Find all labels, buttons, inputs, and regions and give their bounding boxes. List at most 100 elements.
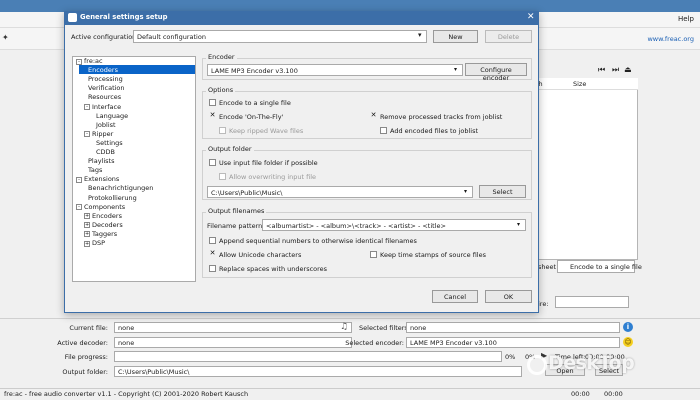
chevron-down-icon[interactable]: ▾ xyxy=(454,66,457,73)
close-icon[interactable]: ✕ xyxy=(527,12,535,22)
tree-toggle-icon[interactable]: - xyxy=(76,204,82,211)
output-folder-label: Output folder: xyxy=(62,368,108,376)
dialog-title: General settings setup xyxy=(80,13,168,21)
add-encoded-label: Add encoded files to joblist xyxy=(390,127,479,135)
status-time-total: 00:00 xyxy=(571,390,590,398)
replace-spaces-checkbox[interactable] xyxy=(209,265,216,272)
tree-item-decoders[interactable]: Decoders xyxy=(92,221,123,229)
selected-filters-value: none xyxy=(406,322,620,333)
status-text: fre:ac - free audio converter v1.1 - Cop… xyxy=(4,390,249,398)
tree-item-settings[interactable]: Settings xyxy=(96,139,123,147)
skip-back-icon[interactable]: ⏮ xyxy=(598,65,605,75)
tree-item-components[interactable]: Components xyxy=(84,203,125,211)
tree-item-language[interactable]: Language xyxy=(96,112,128,120)
current-file-value: none xyxy=(114,322,352,333)
column-size[interactable]: Size xyxy=(573,80,586,88)
selected-encoder-select[interactable]: LAME MP3 Encoder v3.100 xyxy=(406,337,620,348)
delete-configuration-button[interactable]: Delete xyxy=(485,30,532,43)
output-filenames-group-title: Output filenames xyxy=(206,207,267,215)
allow-unicode-checkbox[interactable]: ✕ xyxy=(209,250,216,258)
watermark-text: DeskTop xyxy=(548,352,635,374)
current-file-label: Current file: xyxy=(69,324,108,332)
keep-timestamps-checkbox[interactable] xyxy=(370,251,377,258)
tree-item-protokollierung[interactable]: Protokollierung xyxy=(88,194,137,202)
tree-item-tags[interactable]: Tags xyxy=(88,166,102,174)
cancel-button[interactable]: Cancel xyxy=(432,290,478,303)
filename-pattern-label: Filename pattern: xyxy=(207,222,265,230)
allow-overwrite-label: Allow overwriting input file xyxy=(229,173,317,181)
use-input-folder-checkbox[interactable] xyxy=(209,159,216,166)
allow-overwrite-checkbox[interactable] xyxy=(219,173,226,180)
ok-button[interactable]: OK xyxy=(485,290,532,303)
tree-item-extensions[interactable]: Extensions xyxy=(84,175,119,183)
tree-item-interface[interactable]: Interface xyxy=(92,103,121,111)
tree-toggle-icon[interactable]: + xyxy=(84,240,90,247)
encoder-select[interactable]: LAME MP3 Encoder v3.100 xyxy=(207,64,463,76)
allow-unicode-label: Allow Unicode characters xyxy=(219,251,302,259)
configure-encoder-button[interactable]: Configure encoder xyxy=(465,63,527,82)
file-progress-percent: 0% xyxy=(505,353,516,361)
filename-pattern-input[interactable]: <albumartist> - <album>\<track> - <artis… xyxy=(262,219,526,231)
file-progress-bar xyxy=(114,351,502,362)
menu-help[interactable]: Help xyxy=(678,15,694,23)
profile-label: ire: xyxy=(538,300,549,308)
eject-icon[interactable]: ⏏ xyxy=(624,65,632,74)
tree-item-resources[interactable]: Resources xyxy=(88,93,121,101)
status-time-remaining: 00:00 xyxy=(604,390,623,398)
tree-toggle-icon[interactable]: + xyxy=(84,213,90,220)
tree-item-benachrichtigungen[interactable]: Benachrichtigungen xyxy=(88,184,153,192)
tree-toggle-icon[interactable]: - xyxy=(76,176,82,183)
tree-item-encoders[interactable]: Encoders xyxy=(88,66,118,74)
tree-item-taggers[interactable]: Taggers xyxy=(92,230,117,238)
tree-item-cddb[interactable]: CDDB xyxy=(96,148,115,156)
keep-wave-checkbox[interactable] xyxy=(219,127,226,134)
append-numbers-label: Append sequential numbers to otherwise i… xyxy=(219,237,417,245)
tree-item-processing[interactable]: Processing xyxy=(88,75,123,83)
info-icon[interactable]: i xyxy=(623,322,633,332)
single-file-checkbox[interactable] xyxy=(209,99,216,106)
active-configuration-label: Active configuration: xyxy=(71,33,139,41)
tree-item-dsp[interactable]: DSP xyxy=(92,239,105,247)
tree-item-ripper[interactable]: Ripper xyxy=(92,130,113,138)
output-folder-group-title: Output folder xyxy=(206,145,254,153)
website-link[interactable]: www.freac.org xyxy=(647,35,694,43)
cue-sheet-label: sheet xyxy=(538,263,557,271)
output-folder-field[interactable]: C:\Users\Public\Music\ xyxy=(114,366,522,377)
replace-spaces-label: Replace spaces with underscores xyxy=(219,265,328,273)
tree-toggle-icon[interactable]: + xyxy=(84,222,90,229)
tree-toggle-icon[interactable]: - xyxy=(84,131,90,138)
output-folder-path[interactable]: C:\Users\Public\Music\ xyxy=(207,186,473,198)
active-decoder-value: none xyxy=(114,337,352,348)
chevron-down-icon[interactable]: ▾ xyxy=(464,188,467,195)
tree-item-encoders[interactable]: Encoders xyxy=(92,212,122,220)
joblist[interactable] xyxy=(530,78,638,260)
add-encoded-checkbox[interactable] xyxy=(380,127,387,134)
active-decoder-label: Active decoder: xyxy=(57,339,108,347)
chevron-down-icon[interactable]: ▾ xyxy=(517,221,520,228)
remove-processed-checkbox[interactable]: ✕ xyxy=(370,112,377,120)
skip-forward-icon[interactable]: ⏭ xyxy=(612,65,619,75)
tree-toggle-icon[interactable]: + xyxy=(84,231,90,238)
chevron-down-icon[interactable]: ▾ xyxy=(418,31,422,39)
keep-timestamps-label: Keep time stamps of source files xyxy=(380,251,486,259)
tree-toggle-icon[interactable]: - xyxy=(76,58,82,65)
remove-processed-label: Remove processed tracks from joblist xyxy=(380,113,503,121)
watermark-logo xyxy=(527,355,547,375)
tree-item-joblist[interactable]: Joblist xyxy=(96,121,116,129)
encode-single-file-label: Encode to a single file xyxy=(570,263,642,271)
tree-item-playlists[interactable]: Playlists xyxy=(88,157,115,165)
append-numbers-checkbox[interactable] xyxy=(209,237,216,244)
select-output-folder-button[interactable]: Select xyxy=(479,185,526,198)
tree-toggle-icon[interactable]: - xyxy=(84,104,90,110)
tree-item-fre-ac[interactable]: fre:ac xyxy=(84,57,103,65)
smiley-icon[interactable]: ☺ xyxy=(623,337,633,347)
tree-item-verification[interactable]: Verification xyxy=(88,84,125,92)
active-configuration-select[interactable]: Default configuration xyxy=(133,30,427,43)
selected-filters-label: Selected filters: xyxy=(359,324,410,332)
single-file-label: Encode to a single file xyxy=(219,99,291,107)
profile-select[interactable] xyxy=(555,296,629,308)
on-the-fly-checkbox[interactable]: ✕ xyxy=(209,112,216,120)
options-group-title: Options xyxy=(206,86,236,94)
toolbar-tool-icon[interactable]: ✦ xyxy=(2,33,9,42)
new-configuration-button[interactable]: New xyxy=(433,30,478,43)
